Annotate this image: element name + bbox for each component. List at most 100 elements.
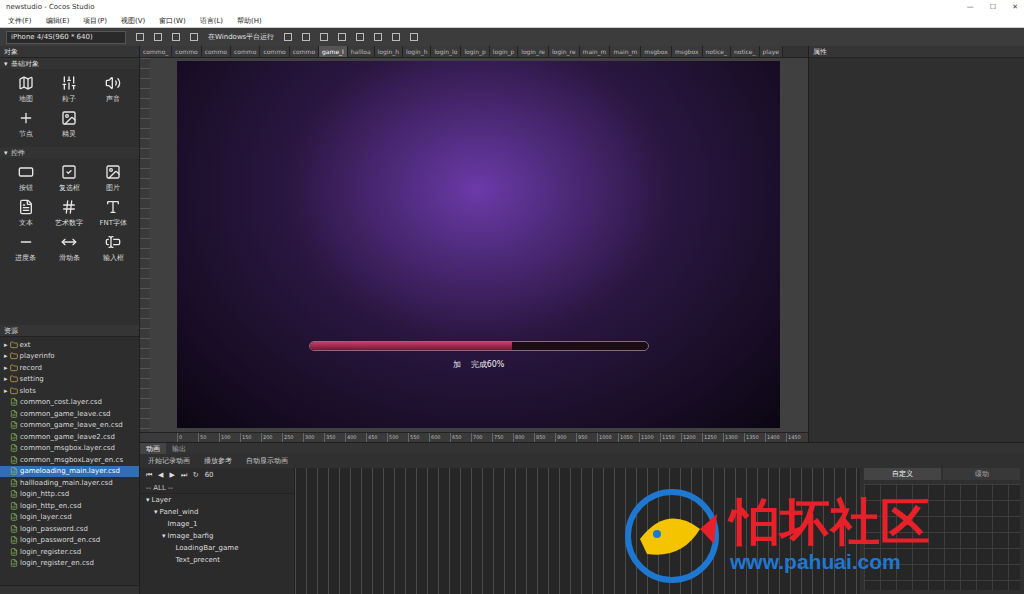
align-icon[interactable] — [356, 33, 364, 41]
resource-item[interactable]: hallloading_main.layer.csd — [0, 477, 139, 489]
file-tab[interactable]: login_h — [375, 46, 403, 57]
file-tab[interactable]: msgbox — [672, 46, 703, 57]
timeline-tracks[interactable] — [295, 468, 860, 594]
node-row[interactable]: ▸Text_precent — [140, 554, 294, 566]
file-tab[interactable]: login_h — [403, 46, 431, 57]
resource-item[interactable]: common_game_leave_en.csd — [0, 420, 139, 432]
menu-item[interactable]: 视图(V) — [121, 16, 145, 26]
window-control-button[interactable]: ✕ — [1012, 3, 1018, 11]
align-icon[interactable] — [302, 33, 310, 41]
align-icon[interactable] — [374, 33, 382, 41]
file-tab[interactable]: commo — [260, 46, 289, 57]
node-row[interactable]: ▾Image_barfig — [140, 530, 294, 542]
transport-button[interactable]: ⏮ — [146, 471, 152, 479]
file-tab[interactable]: main_m — [610, 46, 641, 57]
resource-item[interactable]: common_game_leave2.csd — [0, 431, 139, 443]
file-tab[interactable]: commo — [172, 46, 201, 57]
transport-button[interactable]: ◀ — [158, 471, 163, 479]
node-row[interactable]: ▸LoadingBar_game — [140, 542, 294, 554]
object-item[interactable]: 图片 — [91, 164, 135, 193]
menu-item[interactable]: 语言(L) — [200, 16, 223, 26]
window-control-button[interactable]: — — [967, 3, 974, 11]
object-item[interactable]: 声音 — [91, 75, 135, 104]
object-item[interactable]: 节点 — [4, 110, 48, 139]
menu-item[interactable]: 编辑(E) — [46, 16, 70, 26]
resource-item[interactable]: common_msgbox.layer.csd — [0, 443, 139, 455]
object-item[interactable]: 进度条 — [4, 234, 48, 263]
file-tab[interactable]: notice_ — [703, 46, 731, 57]
object-item[interactable]: 地图 — [4, 75, 48, 104]
resource-item[interactable]: login_layer.csd — [0, 512, 139, 524]
transport-button[interactable]: ↻ — [193, 471, 199, 479]
tool-icon[interactable] — [190, 33, 198, 41]
file-tab[interactable]: login_re — [549, 46, 580, 57]
node-filter[interactable]: -- ALL -- — [140, 482, 294, 494]
resource-item[interactable]: ▸setting — [0, 374, 139, 386]
resource-item[interactable]: ▸ext — [0, 339, 139, 351]
window-control-button[interactable]: ☐ — [990, 3, 996, 11]
align-icon[interactable] — [320, 33, 328, 41]
file-tab[interactable]: msgbox — [641, 46, 672, 57]
resource-item[interactable]: ▸record — [0, 362, 139, 374]
resource-item[interactable]: ▸playerinfo — [0, 351, 139, 363]
object-item[interactable]: 粒子 — [48, 75, 92, 104]
align-icon[interactable] — [284, 33, 292, 41]
record-button[interactable]: 开始记录动画 — [148, 456, 190, 466]
file-tab[interactable]: notice_ — [731, 46, 759, 57]
resource-item[interactable]: login_http.csd — [0, 489, 139, 501]
game-canvas[interactable]: 加 完成60% — [177, 61, 780, 428]
node-row[interactable]: ▾Panel_wind — [140, 506, 294, 518]
resource-item[interactable]: login_password_en.csd — [0, 535, 139, 547]
resource-item[interactable]: common_game_leave.csd — [0, 408, 139, 420]
tool-icon[interactable] — [154, 33, 162, 41]
file-tab[interactable]: hallloa — [348, 46, 375, 57]
object-item[interactable]: 文本 — [4, 199, 48, 228]
menu-item[interactable]: 窗口(W) — [159, 16, 185, 26]
menu-item[interactable]: 项目(P) — [83, 16, 107, 26]
tool-icon[interactable] — [172, 33, 180, 41]
object-item[interactable]: 按钮 — [4, 164, 48, 193]
align-icon[interactable] — [410, 33, 418, 41]
run-button[interactable]: 在Windows平台运行 — [208, 32, 274, 42]
resource-item[interactable]: login_register_en.csd — [0, 558, 139, 570]
section-header[interactable]: ▾控件 — [0, 147, 139, 158]
object-item[interactable]: FNT字体 — [91, 199, 135, 228]
file-tab[interactable]: playe — [760, 46, 783, 57]
node-row[interactable]: ▾Layer — [140, 494, 294, 506]
file-tab[interactable]: commo — [231, 46, 260, 57]
transport-button[interactable]: ▶ — [169, 471, 174, 479]
file-tab[interactable]: game_l — [319, 46, 348, 57]
file-tab[interactable]: commo — [202, 46, 231, 57]
curve-tab[interactable]: 缓动 — [943, 468, 1020, 480]
menu-item[interactable]: 文件(F) — [8, 16, 32, 26]
fps-field[interactable]: 60 — [205, 471, 214, 479]
timeline-tab[interactable]: 动画 — [140, 443, 166, 454]
resource-item[interactable]: ▸slots — [0, 385, 139, 397]
file-tab[interactable]: main_m — [580, 46, 611, 57]
object-item[interactable]: 输入框 — [91, 234, 135, 263]
timeline-tab[interactable]: 输出 — [166, 443, 192, 454]
menu-item[interactable]: 帮助(H) — [237, 16, 262, 26]
object-item[interactable]: 滑动条 — [48, 234, 92, 263]
object-item[interactable]: 精灵 — [48, 110, 92, 139]
file-tab[interactable]: login_re — [518, 46, 549, 57]
file-tab[interactable]: commo_ — [140, 46, 172, 57]
node-row[interactable]: ▸Image_1 — [140, 518, 294, 530]
device-select[interactable]: iPhone 4/4S(960 * 640) — [6, 31, 126, 44]
object-item[interactable]: 复选框 — [48, 164, 92, 193]
file-tab[interactable]: commo — [290, 46, 319, 57]
file-tab[interactable]: login_lo — [431, 46, 461, 57]
curve-grid[interactable] — [864, 484, 1020, 590]
tool-icon[interactable] — [136, 33, 144, 41]
resource-item[interactable]: common_cost.layer.csd — [0, 397, 139, 409]
auto-show[interactable]: 自动显示动画 — [246, 456, 288, 466]
resource-item[interactable]: login_password.csd — [0, 523, 139, 535]
align-icon[interactable] — [338, 33, 346, 41]
transport-button[interactable]: ⏭ — [181, 471, 187, 479]
file-tab[interactable]: login_p — [490, 46, 518, 57]
play-reference[interactable]: 播放参考 — [204, 456, 232, 466]
resource-item[interactable]: common_msgboxLayer_en.cs — [0, 454, 139, 466]
section-header[interactable]: ▾基础对象 — [0, 58, 139, 69]
align-icon[interactable] — [392, 33, 400, 41]
resource-item[interactable]: login_register.csd — [0, 546, 139, 558]
